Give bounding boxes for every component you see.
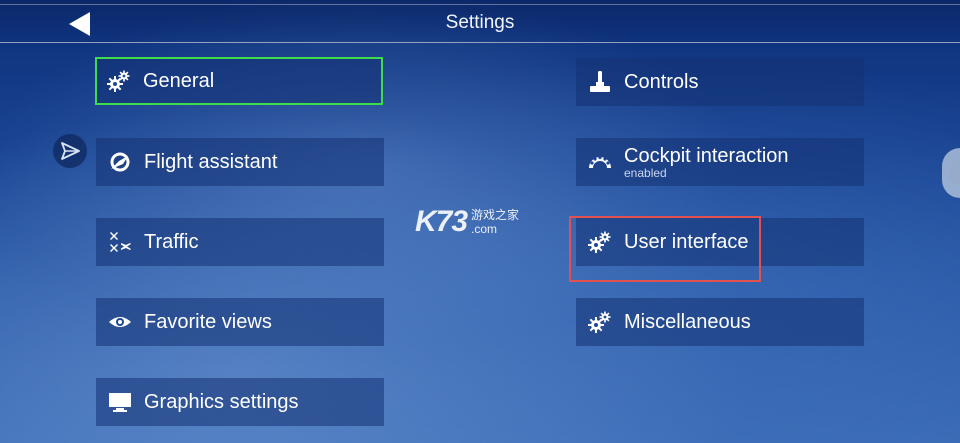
joystick-icon xyxy=(587,69,613,95)
edge-drawer-handle[interactable] xyxy=(942,148,960,198)
menu-item-label: Flight assistant xyxy=(144,151,278,173)
menu-item-miscellaneous[interactable]: Miscellaneous xyxy=(576,298,864,346)
menu-item-user-interface[interactable]: User interface xyxy=(576,218,864,266)
header-bar: Settings xyxy=(0,0,960,43)
menu-item-label: Miscellaneous xyxy=(624,311,751,333)
watermark: K73 游戏之家 .com xyxy=(415,205,519,239)
menu-item-label: Graphics settings xyxy=(144,391,299,413)
gears-icon xyxy=(587,229,613,255)
eye-icon xyxy=(107,309,133,335)
menu-item-traffic[interactable]: Traffic xyxy=(96,218,384,266)
page-title: Settings xyxy=(445,12,515,33)
menu-item-general[interactable]: General xyxy=(95,57,383,105)
watermark-domain: .com xyxy=(471,222,498,236)
watermark-text: 游戏之家 xyxy=(471,208,520,222)
menu-item-flight-assistant[interactable]: Flight assistant xyxy=(96,138,384,186)
menu-item-label: Cockpit interaction xyxy=(624,144,789,167)
watermark-logo: K73 xyxy=(415,205,468,238)
menu-item-label: Favorite views xyxy=(144,311,272,333)
menu-item-controls[interactable]: Controls xyxy=(576,58,864,106)
gears-icon xyxy=(587,309,613,335)
paper-plane-icon xyxy=(61,142,80,160)
top-divider xyxy=(0,4,960,5)
menu-item-label: Traffic xyxy=(144,231,199,253)
side-send-button[interactable] xyxy=(53,134,87,168)
menu-item-label: Controls xyxy=(624,71,699,93)
planes-icon xyxy=(107,229,133,255)
globe-plane-icon xyxy=(107,149,133,175)
gears-icon xyxy=(106,68,132,94)
gauge-icon xyxy=(587,149,613,175)
menu-item-favorite-views[interactable]: Favorite views xyxy=(96,298,384,346)
menu-item-cockpit-interaction[interactable]: Cockpit interaction enabled xyxy=(576,138,864,186)
monitor-icon xyxy=(107,389,133,415)
menu-item-status: enabled xyxy=(624,165,667,180)
menu-item-label: General xyxy=(143,70,215,92)
menu-item-label: User interface xyxy=(624,231,749,253)
menu-item-graphics-settings[interactable]: Graphics settings xyxy=(96,378,384,426)
